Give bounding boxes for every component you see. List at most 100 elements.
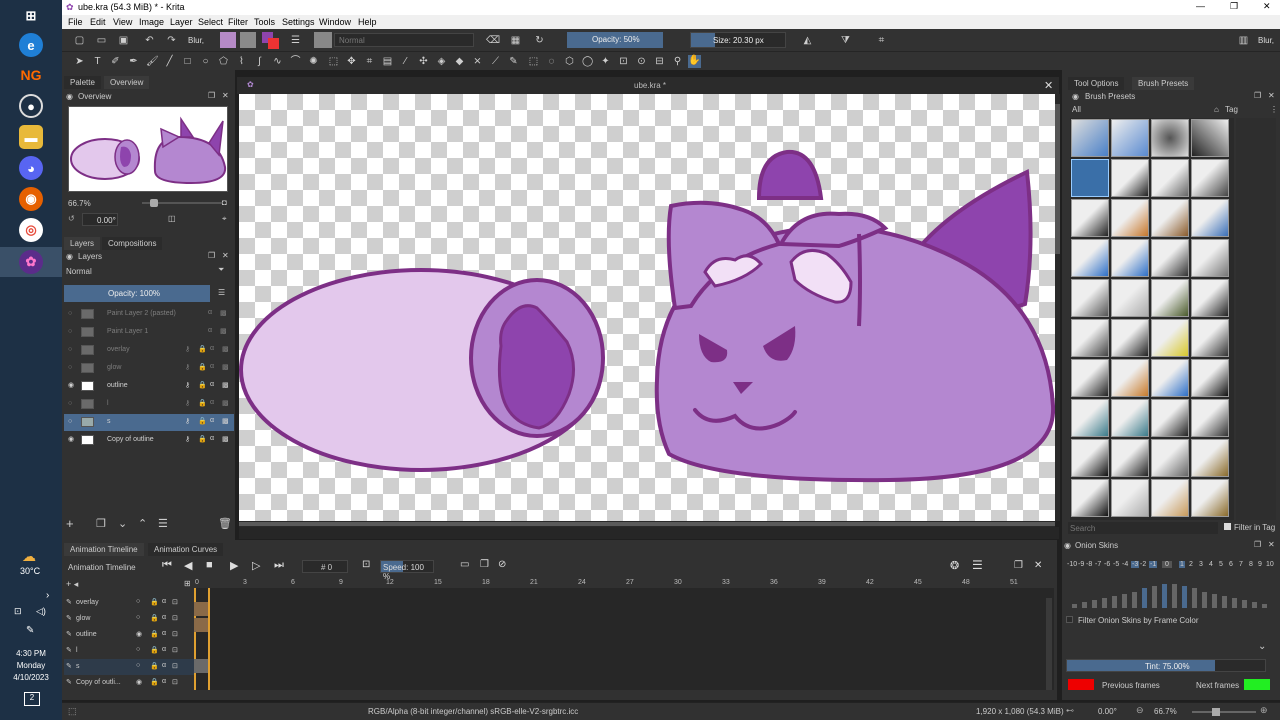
brush-preset[interactable] (1151, 199, 1189, 237)
lock-icon[interactable]: 🔒 (150, 662, 159, 670)
next-frames-color[interactable] (1244, 679, 1270, 690)
alpha-icon[interactable]: α (162, 630, 166, 637)
color-picker-tool-icon[interactable]: ⁄ (400, 56, 411, 67)
brush-preset-selected[interactable] (1071, 159, 1109, 197)
tag-menu-icon[interactable]: ⋮ (1270, 105, 1278, 114)
onion-frame-number[interactable]: -8 (1086, 561, 1092, 568)
lock-icon[interactable]: 🔒 (198, 381, 207, 389)
onion-icon[interactable]: ⊡ (172, 646, 178, 654)
overview-close-icon[interactable]: ✕ (222, 91, 229, 100)
volume-icon[interactable]: ◁) (36, 606, 46, 617)
visibility-off-icon[interactable]: ○ (68, 346, 72, 353)
brush-preset[interactable] (1071, 319, 1109, 357)
layer-row[interactable]: ◉ outline ⚷ 🔒 α ▩ (64, 378, 234, 395)
text-tool-icon[interactable]: T (92, 56, 103, 67)
layer-filter-icon[interactable]: ⏷ (218, 265, 224, 275)
play-icon[interactable]: ▶ (230, 559, 238, 572)
tag-icon[interactable]: ⌂ (1214, 105, 1219, 114)
speed-input[interactable]: Speed: 100 % (380, 560, 434, 581)
timeline-close-icon[interactable]: ✕ (1034, 560, 1042, 571)
line-tool-icon[interactable]: ╱ (164, 56, 175, 67)
brush-preset[interactable] (1111, 119, 1149, 157)
brush-presets-collapse-icon[interactable]: ◉ (1072, 92, 1079, 101)
brush-preset[interactable] (1151, 279, 1189, 317)
brush-preset[interactable] (1111, 239, 1149, 277)
lock-icon[interactable]: ⚷ (185, 363, 190, 371)
brush-preset[interactable] (1191, 319, 1229, 357)
onion-icon[interactable]: ⊡ (172, 614, 178, 622)
last-frame-icon[interactable]: ⏭ (274, 559, 284, 572)
brush-preset[interactable] (1191, 399, 1229, 437)
new-document-icon[interactable]: ▢ (74, 35, 85, 46)
status-zoom-slider[interactable] (1192, 711, 1256, 713)
freehand-select-tool-icon[interactable]: ◯ (582, 56, 593, 67)
visibility-off-icon[interactable]: ○ (68, 418, 72, 425)
timeline-layer-row[interactable]: ✎ overlay ○ 🔒 α ⊡ (64, 595, 194, 611)
pin-icon[interactable]: ✎ (66, 598, 72, 606)
magic-wand-tool-icon[interactable]: ✦ (600, 56, 611, 67)
onion-frame-number[interactable]: -5 (1113, 561, 1119, 568)
background-color[interactable] (268, 38, 279, 49)
similar-select-tool-icon[interactable]: ⊡ (618, 56, 629, 67)
visibility-off-icon[interactable]: ○ (68, 364, 72, 371)
tag-label[interactable]: Tag (1225, 105, 1238, 114)
delete-layer-icon[interactable]: 🗑 (218, 517, 232, 530)
visibility-off-icon[interactable]: ○ (68, 328, 72, 335)
pan-tool-icon[interactable]: ✋ (688, 55, 701, 68)
layers-float-icon[interactable]: ❐ (208, 251, 215, 260)
first-frame-icon[interactable]: ⏮ (162, 559, 172, 572)
menu-help[interactable]: Help (358, 17, 377, 27)
polygon-select-tool-icon[interactable]: ⬡ (564, 56, 575, 67)
lock-icon[interactable]: ⚷ (185, 435, 190, 443)
previous-frame-icon[interactable]: ◀ (184, 559, 192, 572)
brush-preset[interactable] (1071, 239, 1109, 277)
visibility-off-icon[interactable]: ○ (136, 662, 140, 669)
visibility-off-icon[interactable]: ○ (68, 400, 72, 407)
pin-icon[interactable]: ✎ (66, 678, 72, 686)
brush-preset[interactable] (1191, 439, 1229, 477)
lock-icon[interactable]: 🔒 (150, 646, 159, 654)
menu-image[interactable]: Image (139, 17, 164, 27)
blend-mode-select[interactable]: Normal (334, 33, 474, 47)
next-frame-icon[interactable]: ▷ (252, 559, 260, 572)
visibility-off-icon[interactable]: ○ (68, 310, 72, 317)
brush-preset[interactable] (1151, 359, 1189, 397)
reset-icon[interactable]: ↻ (534, 35, 545, 46)
brush-settings-icon[interactable]: ☰ (290, 35, 301, 46)
network-icon[interactable]: ⊡ (14, 606, 22, 617)
polygon-tool-icon[interactable]: ⬠ (218, 56, 229, 67)
onion-frame-number[interactable]: 5 (1219, 561, 1223, 568)
polyline-tool-icon[interactable]: ⌇ (236, 56, 247, 67)
pin-icon[interactable]: ✎ (66, 614, 72, 622)
tab-palette[interactable]: Palette (64, 76, 101, 89)
inherit-alpha-icon[interactable]: ▩ (222, 435, 229, 443)
brush-preset[interactable] (1111, 359, 1149, 397)
status-zoom[interactable]: 66.7% (1154, 707, 1177, 716)
brush-preset[interactable] (1151, 439, 1189, 477)
add-frame-icon[interactable]: ▭ (460, 559, 469, 570)
brush-preset[interactable] (1071, 359, 1109, 397)
redo-icon[interactable]: ↷ (166, 35, 177, 46)
overview-float-icon[interactable]: ❐ (208, 91, 215, 100)
tray-chevron-icon[interactable]: › (46, 590, 49, 601)
inherit-alpha-icon[interactable]: ▩ (220, 309, 227, 317)
lock-icon[interactable]: ⚷ (185, 381, 190, 389)
inherit-alpha-icon[interactable]: ▩ (222, 381, 229, 389)
keyframe[interactable] (194, 602, 208, 616)
ellipse-select-tool-icon[interactable]: ◌ (546, 56, 557, 67)
layer-row[interactable]: ○ glow ⚷ 🔒 α ▩ (64, 360, 234, 377)
timeline-layer-row[interactable]: ✎ outline ◉ 🔒 α ⊡ (64, 627, 194, 643)
brush-preset[interactable] (1071, 119, 1109, 157)
visibility-off-icon[interactable]: ○ (136, 646, 140, 653)
brush-preset[interactable] (1111, 279, 1149, 317)
drop-frames-icon[interactable]: ⊡ (362, 559, 370, 570)
menu-layer[interactable]: Layer (170, 17, 193, 27)
pen-icon[interactable]: ✎ (26, 625, 34, 636)
layer-properties-icon[interactable]: ☰ (158, 517, 168, 530)
menu-window[interactable]: Window (319, 17, 351, 27)
obs-icon[interactable]: ● (19, 94, 43, 118)
overview-thumbnail[interactable] (68, 106, 228, 192)
brush-preset[interactable] (1191, 279, 1229, 317)
onion-frame-number[interactable]: -4 (1122, 561, 1128, 568)
brush-preset[interactable] (1191, 119, 1229, 157)
